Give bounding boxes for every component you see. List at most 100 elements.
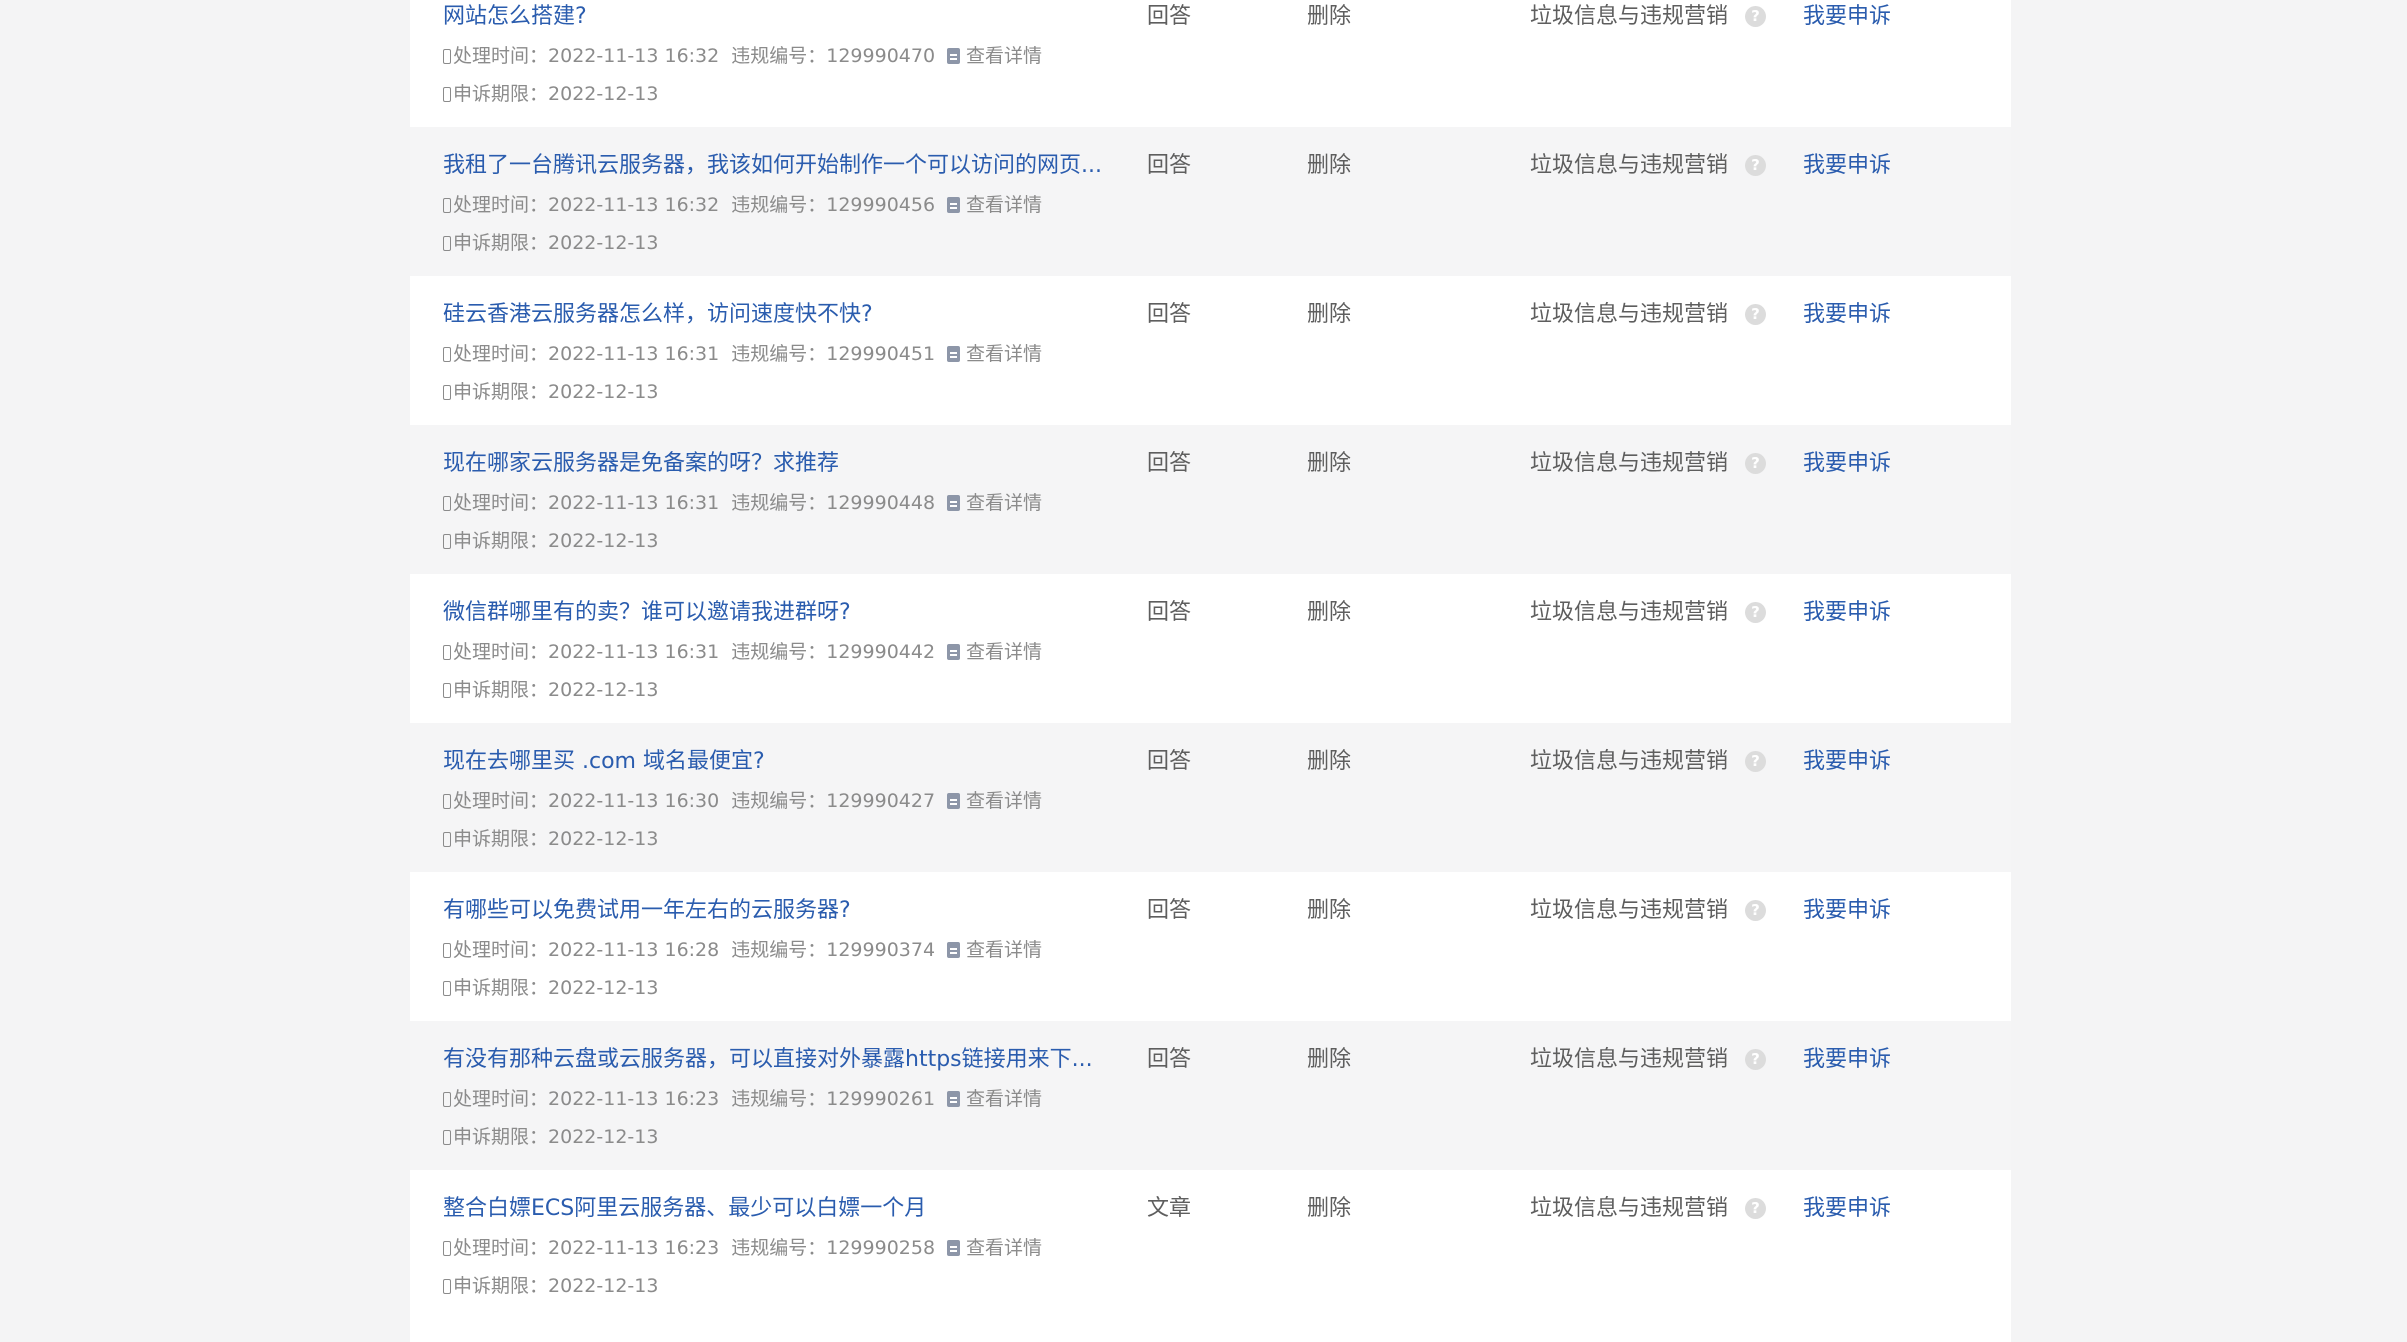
appeal-link[interactable]: 我要申诉	[1803, 895, 1891, 927]
article-title-link[interactable]: 整合白嫖ECS阿里云服务器、最少可以白嫖一个月	[443, 1193, 1543, 1225]
table-row: 微信群哪里有的卖？谁可以邀请我进群呀? 处理时间：2022-11-13 16:3…	[410, 574, 2011, 723]
appeal-link[interactable]: 我要申诉	[1803, 1044, 1891, 1076]
content-type: 回答	[1147, 1047, 1192, 1072]
penalty-action: 删除	[1307, 4, 1352, 29]
violation-reason: 垃圾信息与违规营销	[1530, 749, 1729, 774]
view-detail-link[interactable]: 查看详情	[947, 1088, 1042, 1110]
penalty-action: 删除	[1307, 749, 1352, 774]
view-detail-link[interactable]: 查看详情	[947, 343, 1042, 365]
content-type: 回答	[1147, 4, 1192, 29]
process-meta: 处理时间：2022-11-13 16:31 违规编号：129990448 查看详情	[443, 488, 1042, 518]
content-type: 回答	[1147, 153, 1192, 178]
help-icon[interactable]: ?	[1745, 453, 1766, 474]
penalty-action: 删除	[1307, 451, 1352, 476]
violation-reason: 垃圾信息与违规营销	[1530, 153, 1729, 178]
help-icon[interactable]: ?	[1745, 304, 1766, 325]
view-detail-link[interactable]: 查看详情	[947, 45, 1042, 67]
question-title-link[interactable]: 我租了一台腾讯云服务器，我该如何开始制作一个可以访问的网页...	[443, 150, 1543, 182]
document-icon	[947, 1091, 961, 1107]
violation-reason: 垃圾信息与违规营销	[1530, 898, 1729, 923]
violation-reason: 垃圾信息与违规营销	[1530, 302, 1729, 327]
view-detail-link[interactable]: 查看详情	[947, 641, 1042, 663]
document-icon	[947, 346, 961, 362]
checkbox-glyph-icon	[443, 198, 451, 213]
help-icon[interactable]: ?	[1745, 6, 1766, 27]
content-type: 回答	[1147, 451, 1192, 476]
penalty-action: 删除	[1307, 1047, 1352, 1072]
table-row: 有没有那种云盘或云服务器，可以直接对外暴露https链接用来下... 处理时间：…	[410, 1021, 2011, 1170]
appeal-link[interactable]: 我要申诉	[1803, 448, 1891, 480]
question-title-link[interactable]: 硅云香港云服务器怎么样，访问速度快不快?	[443, 299, 1543, 331]
checkbox-glyph-icon	[443, 385, 451, 400]
view-detail-link[interactable]: 查看详情	[947, 939, 1042, 961]
question-title-link[interactable]: 现在去哪里买 .com 域名最便宜?	[443, 746, 1543, 778]
checkbox-glyph-icon	[443, 1279, 451, 1294]
violation-reason: 垃圾信息与违规营销	[1530, 451, 1729, 476]
process-meta: 处理时间：2022-11-13 16:31 违规编号：129990451 查看详情	[443, 339, 1042, 369]
view-detail-link[interactable]: 查看详情	[947, 790, 1042, 812]
help-icon[interactable]: ?	[1745, 1198, 1766, 1219]
violation-reason: 垃圾信息与违规营销	[1530, 600, 1729, 625]
table-row: 整合白嫖ECS阿里云服务器、最少可以白嫖一个月 处理时间：2022-11-13 …	[410, 1170, 2011, 1342]
content-type: 回答	[1147, 302, 1192, 327]
appeal-link[interactable]: 我要申诉	[1803, 299, 1891, 331]
checkbox-glyph-icon	[443, 1092, 451, 1107]
document-icon	[947, 942, 961, 958]
appeal-deadline: 申诉期限：2022-12-13	[443, 526, 658, 556]
checkbox-glyph-icon	[443, 1130, 451, 1145]
help-icon[interactable]: ?	[1745, 900, 1766, 921]
penalty-action: 删除	[1307, 302, 1352, 327]
checkbox-glyph-icon	[443, 236, 451, 251]
view-detail-link[interactable]: 查看详情	[947, 492, 1042, 514]
view-detail-link[interactable]: 查看详情	[947, 194, 1042, 216]
appeal-link[interactable]: 我要申诉	[1803, 746, 1891, 778]
appeal-link[interactable]: 我要申诉	[1803, 150, 1891, 182]
view-detail-link[interactable]: 查看详情	[947, 1237, 1042, 1259]
appeal-deadline: 申诉期限：2022-12-13	[443, 228, 658, 258]
checkbox-glyph-icon	[443, 496, 451, 511]
checkbox-glyph-icon	[443, 645, 451, 660]
help-icon[interactable]: ?	[1745, 155, 1766, 176]
question-title-link[interactable]: 现在哪家云服务器是免备案的呀？求推荐	[443, 448, 1543, 480]
process-meta: 处理时间：2022-11-13 16:23 违规编号：129990258 查看详情	[443, 1233, 1042, 1263]
help-icon[interactable]: ?	[1745, 1049, 1766, 1070]
checkbox-glyph-icon	[443, 981, 451, 996]
process-meta: 处理时间：2022-11-13 16:28 违规编号：129990374 查看详情	[443, 935, 1042, 965]
document-icon	[947, 793, 961, 809]
question-title-link[interactable]: 网站怎么搭建?	[443, 1, 1543, 33]
appeal-deadline: 申诉期限：2022-12-13	[443, 1122, 658, 1152]
checkbox-glyph-icon	[443, 1241, 451, 1256]
appeal-deadline: 申诉期限：2022-12-13	[443, 973, 658, 1003]
checkbox-glyph-icon	[443, 832, 451, 847]
process-meta: 处理时间：2022-11-13 16:30 违规编号：129990427 查看详情	[443, 786, 1042, 816]
checkbox-glyph-icon	[443, 87, 451, 102]
penalty-action: 删除	[1307, 153, 1352, 178]
appeal-link[interactable]: 我要申诉	[1803, 597, 1891, 629]
violation-list-panel: 网站怎么搭建? 处理时间：2022-11-13 16:32 违规编号：129990…	[410, 0, 2011, 1342]
help-icon[interactable]: ?	[1745, 751, 1766, 772]
process-meta: 处理时间：2022-11-13 16:23 违规编号：129990261 查看详情	[443, 1084, 1042, 1114]
content-type: 回答	[1147, 600, 1192, 625]
appeal-deadline: 申诉期限：2022-12-13	[443, 824, 658, 854]
table-row: 现在去哪里买 .com 域名最便宜? 处理时间：2022-11-13 16:30…	[410, 723, 2011, 872]
question-title-link[interactable]: 有没有那种云盘或云服务器，可以直接对外暴露https链接用来下...	[443, 1044, 1543, 1076]
table-row: 我租了一台腾讯云服务器，我该如何开始制作一个可以访问的网页... 处理时间：20…	[410, 127, 2011, 276]
violation-reason: 垃圾信息与违规营销	[1530, 4, 1729, 29]
appeal-deadline: 申诉期限：2022-12-13	[443, 1271, 658, 1301]
document-icon	[947, 644, 961, 660]
document-icon	[947, 495, 961, 511]
violation-reason: 垃圾信息与违规营销	[1530, 1196, 1729, 1221]
content-type: 回答	[1147, 749, 1192, 774]
violation-reason: 垃圾信息与违规营销	[1530, 1047, 1729, 1072]
content-type: 文章	[1147, 1196, 1192, 1221]
penalty-action: 删除	[1307, 1196, 1352, 1221]
table-row: 现在哪家云服务器是免备案的呀？求推荐 处理时间：2022-11-13 16:31…	[410, 425, 2011, 574]
appeal-link[interactable]: 我要申诉	[1803, 1193, 1891, 1225]
checkbox-glyph-icon	[443, 534, 451, 549]
checkbox-glyph-icon	[443, 347, 451, 362]
process-meta: 处理时间：2022-11-13 16:32 违规编号：129990456 查看详情	[443, 190, 1042, 220]
question-title-link[interactable]: 微信群哪里有的卖？谁可以邀请我进群呀?	[443, 597, 1543, 629]
question-title-link[interactable]: 有哪些可以免费试用一年左右的云服务器?	[443, 895, 1543, 927]
appeal-link[interactable]: 我要申诉	[1803, 1, 1891, 33]
help-icon[interactable]: ?	[1745, 602, 1766, 623]
